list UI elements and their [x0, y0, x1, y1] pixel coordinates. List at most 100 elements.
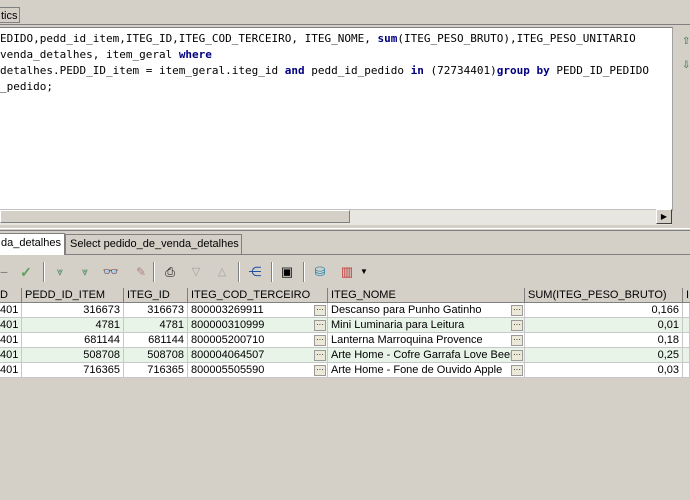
- table-cell[interactable]: 681144: [22, 333, 124, 348]
- table-cell[interactable]: 800004064507: [188, 348, 328, 363]
- sql-text: detalhes.PEDD_ID_item = item_geral.iteg_…: [0, 64, 285, 77]
- ellipsis-button[interactable]: ···: [511, 320, 523, 331]
- code-line-3: detalhes.PEDD_ID_item = item_geral.iteg_…: [0, 63, 649, 78]
- column-header[interactable]: D: [0, 288, 22, 303]
- pane-splitter[interactable]: [0, 228, 690, 231]
- sql-text: venda_detalhes, item_geral: [0, 48, 179, 61]
- find-icon[interactable]: 👓: [101, 263, 121, 281]
- scroll-down-arrow-icon[interactable]: ⇩: [682, 60, 690, 71]
- ellipsis-button[interactable]: ···: [314, 335, 326, 346]
- sql-keyword: where: [178, 48, 212, 61]
- table-cell[interactable]: 0,25: [525, 348, 683, 363]
- table-cell[interactable]: 401: [0, 303, 22, 318]
- check-icon[interactable]: ✓: [16, 263, 36, 281]
- scroll-right-button[interactable]: ▶: [656, 209, 672, 224]
- sql-text: EDIDO,pedd_id_item,ITEG_ID,ITEG_COD_TERC…: [0, 32, 378, 45]
- table-cell[interactable]: 716365: [124, 363, 188, 378]
- dropdown-arrow-icon[interactable]: ▼: [358, 263, 370, 281]
- table-cell[interactable]: [683, 348, 690, 363]
- table-cell[interactable]: 401: [0, 363, 22, 378]
- clear-icon[interactable]: ✎: [131, 263, 151, 281]
- code-line-1: EDIDO,pedd_id_item,ITEG_ID,ITEG_COD_TERC…: [0, 31, 636, 46]
- sql-text: (ITEG_PESO_BRUTO),ITEG_PESO_UNITARIO: [397, 32, 636, 45]
- ellipsis-button[interactable]: ···: [314, 350, 326, 361]
- code-line-2: venda_detalhes, item_geral where: [0, 47, 212, 62]
- table-cell[interactable]: 681144: [124, 333, 188, 348]
- column-header[interactable]: ITEG_NOME: [328, 288, 525, 303]
- table-cell[interactable]: 800003269911: [188, 303, 328, 318]
- tab-result-2[interactable]: Select pedido_de_venda_detalhes: [65, 234, 242, 254]
- table-cell[interactable]: [683, 333, 690, 348]
- tab-result-1[interactable]: da_detalhes: [0, 233, 65, 255]
- filter-down-icon[interactable]: ▽: [186, 263, 206, 281]
- table-cell[interactable]: 401: [0, 333, 22, 348]
- table-cell[interactable]: 800000310999: [188, 318, 328, 333]
- tab-divider: [0, 24, 690, 25]
- code-line-4: _pedido;: [0, 79, 53, 94]
- sql-editor[interactable]: EDIDO,pedd_id_item,ITEG_ID,ITEG_COD_TERC…: [0, 27, 673, 211]
- column-header[interactable]: PEDD_ID_ITEM: [22, 288, 124, 303]
- editor-tab[interactable]: tics: [0, 7, 20, 23]
- table-cell[interactable]: [683, 363, 690, 378]
- table-cell[interactable]: 316673: [124, 303, 188, 318]
- table-cell[interactable]: 4781: [22, 318, 124, 333]
- editor-side-panel: [673, 27, 690, 227]
- database-icon[interactable]: ⛁: [310, 263, 330, 281]
- table-cell[interactable]: 508708: [124, 348, 188, 363]
- table-cell[interactable]: Arte Home - Cofre Garrafa Love Beer: [328, 348, 525, 363]
- sql-keyword: and: [284, 64, 305, 77]
- save-icon[interactable]: ▣: [277, 263, 297, 281]
- first-record-icon[interactable]: ⩔: [50, 263, 70, 281]
- print-icon[interactable]: ⎙: [160, 263, 180, 281]
- table-cell[interactable]: Descanso para Punho Gatinho: [328, 303, 525, 318]
- toolbar-separator: [303, 262, 305, 282]
- sql-text: pedd_id_pedido: [304, 64, 411, 77]
- table-cell[interactable]: 508708: [22, 348, 124, 363]
- column-header[interactable]: ITEG_ID: [124, 288, 188, 303]
- ellipsis-button[interactable]: ···: [314, 365, 326, 376]
- table-cell[interactable]: 0,03: [525, 363, 683, 378]
- tree-icon[interactable]: ⋲: [245, 263, 265, 281]
- chart-icon[interactable]: ▥: [337, 263, 357, 281]
- table-cell[interactable]: 401: [0, 318, 22, 333]
- minus-icon[interactable]: −: [0, 263, 14, 281]
- toolbar-separator: [271, 262, 273, 282]
- table-cell[interactable]: [683, 303, 690, 318]
- table-cell[interactable]: 800005200710: [188, 333, 328, 348]
- sql-keyword: group by: [496, 64, 550, 77]
- column-header[interactable]: ITEG_COD_TERCEIRO: [188, 288, 328, 303]
- column-header[interactable]: I: [683, 288, 690, 303]
- ellipsis-button[interactable]: ···: [511, 350, 523, 361]
- toolbar-separator: [153, 262, 155, 282]
- filter-up-icon[interactable]: △: [212, 263, 232, 281]
- ellipsis-button[interactable]: ···: [511, 365, 523, 376]
- table-cell[interactable]: Mini Luminaria para Leitura: [328, 318, 525, 333]
- table-cell[interactable]: 0,01: [525, 318, 683, 333]
- toolbar-separator: [238, 262, 240, 282]
- ellipsis-button[interactable]: ···: [314, 305, 326, 316]
- ellipsis-button[interactable]: ···: [511, 335, 523, 346]
- scrollbar-thumb[interactable]: [0, 210, 350, 223]
- table-cell[interactable]: 316673: [22, 303, 124, 318]
- sql-keyword: in: [410, 64, 424, 77]
- chevron-right-icon: ▶: [660, 212, 668, 221]
- sql-text: _pedido;: [0, 80, 53, 93]
- table-cell[interactable]: 401: [0, 348, 22, 363]
- toolbar-separator: [43, 262, 45, 282]
- last-record-icon[interactable]: ⩔: [75, 263, 95, 281]
- sql-keyword: sum: [377, 32, 398, 45]
- table-cell[interactable]: 800005505590: [188, 363, 328, 378]
- column-header[interactable]: SUM(ITEG_PESO_BRUTO): [525, 288, 683, 303]
- table-cell[interactable]: Lanterna Marroquina Provence: [328, 333, 525, 348]
- table-cell[interactable]: 0,166: [525, 303, 683, 318]
- scroll-up-arrow-icon[interactable]: ⇧: [682, 36, 690, 47]
- sql-text: PEDD_ID_PEDIDO: [549, 64, 650, 77]
- tab-strip-divider: [0, 254, 690, 255]
- ellipsis-button[interactable]: ···: [511, 305, 523, 316]
- ellipsis-button[interactable]: ···: [314, 320, 326, 331]
- table-cell[interactable]: Arte Home - Fone de Ouvido Apple: [328, 363, 525, 378]
- table-cell[interactable]: [683, 318, 690, 333]
- table-cell[interactable]: 4781: [124, 318, 188, 333]
- table-cell[interactable]: 716365: [22, 363, 124, 378]
- table-cell[interactable]: 0,18: [525, 333, 683, 348]
